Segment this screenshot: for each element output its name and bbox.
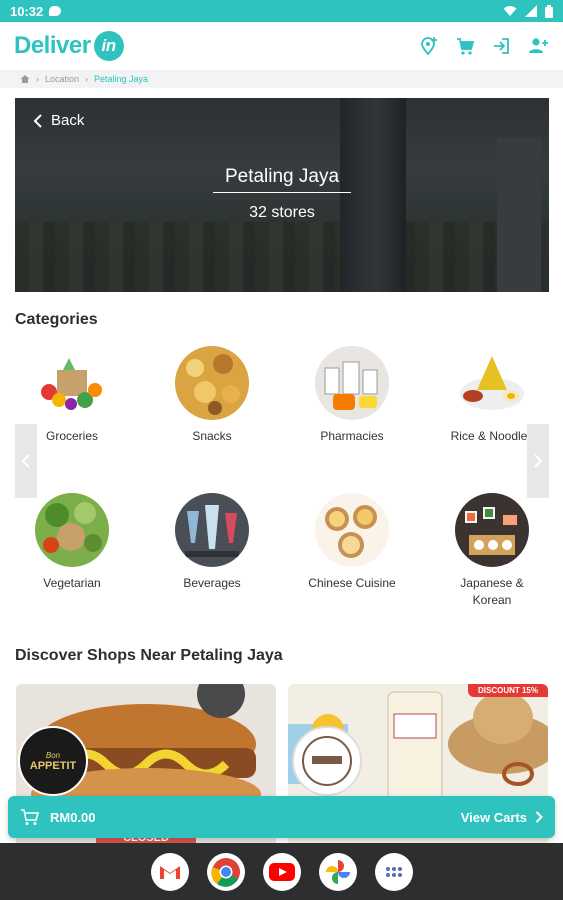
shop-logo	[292, 726, 362, 796]
photos-app-icon[interactable]	[318, 852, 357, 891]
chinese-cuisine-icon	[315, 493, 389, 567]
wifi-icon	[503, 6, 517, 16]
chevron-right-icon: ›	[36, 74, 39, 84]
chrome-icon	[210, 857, 240, 887]
app-drawer-icon[interactable]	[374, 852, 413, 891]
cart-total: RM0.00	[50, 809, 96, 825]
view-carts-label: View Carts	[460, 809, 527, 825]
category-chinese-cuisine[interactable]: Chinese Cuisine	[292, 493, 412, 592]
gmail-icon	[159, 865, 180, 879]
city-hero-banner: Back Petaling Jaya 32 stores	[15, 98, 549, 292]
category-japanese-korean[interactable]: Japanese & Korean	[432, 493, 552, 609]
youtube-app-icon[interactable]	[262, 852, 301, 891]
back-label: Back	[51, 112, 85, 129]
breadcrumb: › Location › Petaling Jaya	[0, 70, 563, 88]
discover-heading: Discover Shops Near Petaling Jaya	[15, 647, 283, 664]
category-label: Chinese Cuisine	[308, 576, 396, 590]
category-label: Pharmacies	[320, 429, 384, 443]
app-dock	[0, 843, 563, 900]
logo-badge: in	[93, 31, 124, 61]
categories-heading: Categories	[15, 311, 98, 328]
chevron-left-icon	[21, 454, 30, 468]
chevron-right-icon	[534, 454, 543, 468]
discount-badge: DISCOUNT 15%	[467, 684, 548, 697]
gmail-app-icon[interactable]	[150, 852, 189, 891]
category-vegetarian[interactable]: Vegetarian	[12, 493, 132, 592]
message-notification-icon	[49, 6, 62, 16]
shop-logo-small-text: Bon	[45, 750, 61, 760]
add-user-icon[interactable]	[527, 36, 549, 56]
shop-logo-image	[302, 736, 352, 786]
category-label: Beverages	[183, 576, 241, 590]
vegetarian-icon	[35, 493, 109, 567]
add-location-icon[interactable]	[419, 36, 439, 56]
cart-bar[interactable]: RM0.00 View Carts	[8, 796, 555, 838]
shop-logo: Bon APPETIT	[18, 726, 88, 796]
chevron-right-icon: ›	[85, 74, 89, 84]
chevron-left-icon	[33, 113, 42, 128]
category-next-button[interactable]	[527, 424, 549, 498]
status-time: 10:32	[10, 3, 44, 19]
youtube-icon	[268, 862, 295, 881]
store-count: 32 stores	[249, 204, 315, 221]
logo-text: Deliver	[14, 32, 91, 59]
app-header: Deliver in	[0, 22, 563, 70]
back-button[interactable]: Back	[33, 112, 84, 129]
category-label-line2: Korean	[472, 593, 512, 607]
app-logo[interactable]: Deliver in	[14, 31, 124, 61]
view-carts-button[interactable]: View Carts	[461, 810, 543, 825]
status-bar: 10:32	[0, 0, 563, 22]
snacks-icon	[175, 346, 249, 420]
category-pharmacies[interactable]: Pharmacies	[292, 346, 412, 445]
breadcrumb-current: Petaling Jaya	[94, 74, 149, 84]
cart-icon[interactable]	[455, 36, 475, 56]
battery-icon	[545, 4, 553, 18]
category-label: Japanese &	[460, 576, 524, 590]
beverages-icon	[175, 493, 249, 567]
cart-icon	[21, 809, 40, 825]
chevron-right-icon	[535, 811, 543, 823]
city-title: Petaling Jaya	[212, 166, 352, 193]
signal-icon	[525, 5, 537, 17]
chrome-app-icon[interactable]	[206, 852, 245, 891]
category-beverages[interactable]: Beverages	[152, 493, 272, 592]
groceries-icon	[35, 346, 109, 420]
category-prev-button[interactable]	[15, 424, 37, 498]
breadcrumb-location[interactable]: Location	[45, 74, 79, 84]
category-label: Snacks	[192, 429, 232, 443]
login-icon[interactable]	[491, 36, 511, 56]
japanese-korean-icon	[455, 493, 529, 567]
category-label: Vegetarian	[43, 576, 101, 590]
category-snacks[interactable]: Snacks	[152, 346, 272, 445]
shop-logo-text: APPETIT	[29, 759, 77, 772]
home-icon[interactable]	[20, 74, 30, 84]
rice-noodles-icon	[455, 346, 529, 420]
photos-icon	[325, 859, 350, 884]
apps-grid-icon	[385, 866, 402, 877]
pharmacies-icon	[315, 346, 389, 420]
